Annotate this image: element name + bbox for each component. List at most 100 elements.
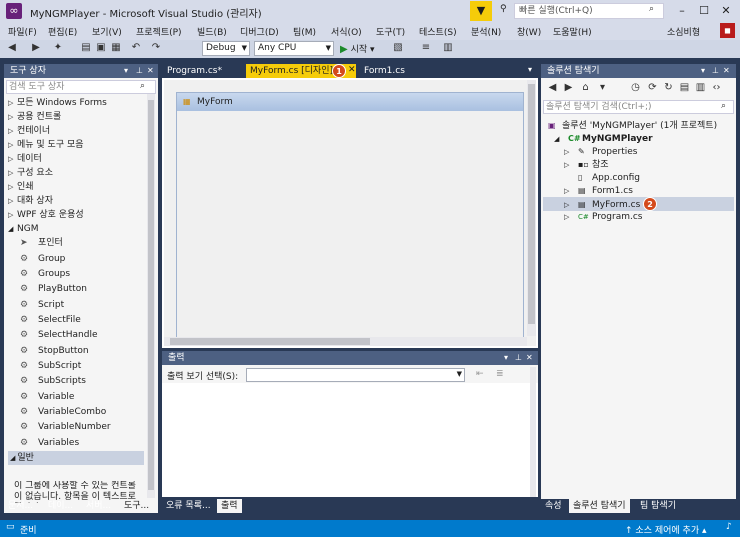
close-icon[interactable]: ✕ [526,351,533,365]
redo-icon[interactable]: ↷ [150,42,162,53]
user-name[interactable]: 소심비형 [667,25,700,38]
tool-pointer[interactable]: ➤ 포인터 [20,236,63,251]
menu-analyze[interactable]: 분석(N) [471,25,501,38]
menu-tools[interactable]: 도구(T) [376,25,405,38]
platform-select[interactable]: Any CPU ▼ [254,41,334,56]
quick-launch-input[interactable]: 빠른 실행(Ctrl+Q) [514,3,664,19]
form-title-bar[interactable]: MyForm [177,93,523,111]
tool-item[interactable]: ⚙ PlayButton [20,282,87,297]
menu-team[interactable]: 팀(M) [293,25,316,38]
output-scrollbar[interactable] [530,367,536,497]
output-source-select[interactable]: ▼ [246,368,465,382]
project-node[interactable]: ◢ C#MyNGMPlayer [554,132,653,145]
menu-format[interactable]: 서식(O) [331,25,362,38]
designer-vertical-thumb[interactable] [528,84,535,324]
back-icon[interactable]: ◀ [546,82,559,93]
solution-root[interactable]: ▣ 솔루션 'MyNGMPlayer' (1개 프로젝트) [548,119,717,132]
tree-item-references[interactable]: ▷ ▪▫ 참조 [564,158,609,171]
user-avatar-icon[interactable]: ◼ [720,23,735,38]
save-icon[interactable]: ▣ [95,42,107,53]
menu-edit[interactable]: 편집(E) [48,25,77,38]
switch-views-icon[interactable]: ▾ [596,82,609,93]
tool-item[interactable]: ⚙ Variable [20,390,74,405]
dropdown-icon[interactable]: ▾ [124,64,128,78]
toolbox-group[interactable]: ▷ 대화 상자 [8,194,146,208]
form-preview[interactable] [176,92,524,342]
menu-debug[interactable]: 디버그(D) [240,25,279,38]
tab-form1-cs[interactable]: Form1.cs [360,64,409,78]
tool-item[interactable]: ⚙ Groups [20,267,70,282]
tool-item[interactable]: ⚙ StopButton [20,344,89,359]
align-icon[interactable]: ≡ [420,42,432,53]
notification-icon[interactable]: ♪ [726,522,732,532]
tool-item[interactable]: ⚙ SubScript [20,359,81,374]
toolbox-group[interactable]: ▷ WPF 상호 운용성 [8,208,146,222]
output-panel[interactable] [162,365,538,497]
designer-horizontal-thumb[interactable] [170,338,370,345]
menu-test[interactable]: 테스트(S) [419,25,457,38]
menu-view[interactable]: 보기(V) [92,25,122,38]
add-to-source-control-button[interactable]: ↑ 소스 제어에 추가 ▴ [625,523,707,536]
minimize-button[interactable]: – [672,2,692,20]
tab-overflow-icon[interactable]: ▾ [528,65,532,74]
solution-search-input[interactable]: 솔루션 탐색기 검색(Ctrl+;) [543,100,734,114]
menu-file[interactable]: 파일(F) [8,25,37,38]
pin-icon[interactable]: ⊥ [136,64,143,78]
tool-item[interactable]: ⚙ SubScripts [20,374,86,389]
menu-help[interactable]: 도움말(H) [553,25,592,38]
forward-icon[interactable]: ▶ [562,82,575,93]
tool-item[interactable]: ⚙ Group [20,252,65,267]
new-project-icon[interactable]: ✦ [52,42,64,53]
clear-all-icon[interactable]: ≣ [496,369,504,379]
dropdown-icon[interactable]: ▾ [701,64,705,78]
toolbox-group[interactable]: ▷ 데이터 [8,152,146,166]
toolbox-group[interactable]: ▷ 컨테이너 [8,124,146,138]
search-icon[interactable]: ⌕ [140,81,145,91]
pin-icon[interactable]: ⊥ [515,351,522,365]
toolbox-group-general[interactable]: ◢ 일반 [8,451,144,465]
toolbox-group[interactable]: ▷ 메뉴 및 도구 모음 [8,138,146,152]
tab-team-explorer[interactable]: 팀 탐색기 [636,499,680,513]
forward-icon[interactable]: ▶ [30,42,42,53]
open-file-icon[interactable]: ▤ [80,42,92,53]
tree-item-app-config[interactable]: ▯ App.config [578,171,640,184]
tree-item-properties[interactable]: ▷ ✎ Properties [564,145,637,158]
toolbar-extra-icon[interactable]: ▧ [392,42,404,53]
tab-data-sources[interactable]: 데이... [44,499,77,513]
refresh-icon[interactable]: ↻ [662,82,675,93]
tool-item[interactable]: ⚙ SelectFile [20,313,81,328]
menu-window[interactable]: 창(W) [517,25,541,38]
tool-item[interactable]: ⚙ SelectHandle [20,328,98,343]
menu-project[interactable]: 프로젝트(P) [136,25,182,38]
toolbox-group[interactable]: ▷ 인쇄 [8,180,146,194]
tree-item-program[interactable]: ▷ C# Program.cs [564,211,642,224]
pin-icon[interactable]: ⊥ [712,64,719,78]
tool-item[interactable]: ⚙ Script [20,298,64,313]
tab-document-outline[interactable]: 문서... [4,499,37,513]
close-icon[interactable]: ✕ [723,64,730,78]
toolbox-group[interactable]: ▷ 공용 컨트롤 [8,110,146,124]
tab-error-list[interactable]: 오류 목록... [162,499,215,513]
collapse-all-icon[interactable]: ▤ [678,82,691,93]
back-icon[interactable]: ◀ [6,42,18,53]
sync-icon[interactable]: ⟳ [646,82,659,93]
toolbox-search-input[interactable]: 검색 도구 상자 [6,80,156,94]
toolbox-group[interactable]: ▷ 모든 Windows Forms [8,96,146,110]
tab-solution-explorer[interactable]: 솔루션 탐색기 [569,499,630,513]
close-button[interactable]: ✕ [716,2,736,20]
tab-program-cs[interactable]: Program.cs* [163,64,226,78]
undo-icon[interactable]: ↶ [130,42,142,53]
tree-item-form1[interactable]: ▷ ▤ Form1.cs [564,184,633,197]
toolbox-scroll-thumb[interactable] [148,100,154,490]
find-message-icon[interactable]: ⇤ [476,369,484,379]
save-all-icon[interactable]: ▦ [110,42,122,53]
pending-changes-icon[interactable]: ◷ [629,82,642,93]
toolbox-group-ngm[interactable]: ◢ NGM [8,222,146,236]
close-icon[interactable]: ✕ [147,64,154,78]
tab-properties[interactable]: 속성 [541,499,566,513]
search-icon[interactable]: ⌕ [721,101,726,111]
tab-server-explorer[interactable]: 서버... [82,499,115,513]
maximize-button[interactable]: ☐ [694,2,714,20]
menu-build[interactable]: 빌드(B) [197,25,227,38]
start-button[interactable]: ▶ 시작 ▾ [340,42,375,55]
